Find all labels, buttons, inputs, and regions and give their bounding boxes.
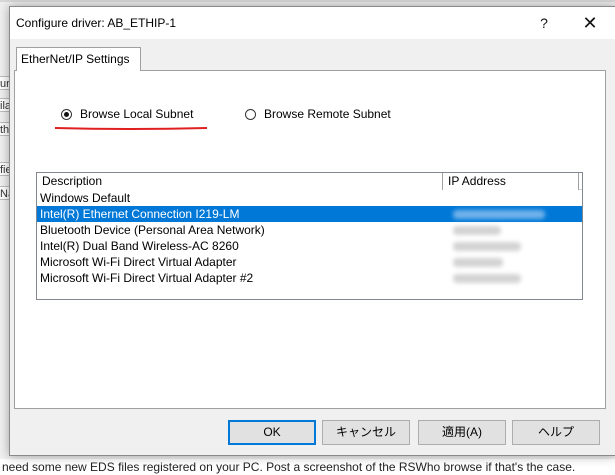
adapter-description: Microsoft Wi-Fi Direct Virtual Adapter #… <box>40 271 254 285</box>
browse-local-subnet-label: Browse Local Subnet <box>80 107 194 121</box>
adapter-description: Intel(R) Ethernet Connection I219-LM <box>40 207 240 221</box>
list-item[interactable]: Bluetooth Device (Personal Area Network) <box>37 222 582 238</box>
redacted-ip-blur <box>453 210 545 219</box>
adapter-description: Intel(R) Dual Band Wireless-AC 8260 <box>40 239 239 253</box>
adapter-description: Windows Default <box>40 191 131 205</box>
adapter-ip-address <box>443 206 579 222</box>
configure-driver-dialog: Configure driver: AB_ETHIP-1 ? ✕ EtherNe… <box>9 6 615 456</box>
adapter-description: Bluetooth Device (Personal Area Network) <box>40 223 265 237</box>
browse-remote-subnet-radio[interactable]: Browse Remote Subnet <box>245 107 391 121</box>
browse-remote-subnet-label: Browse Remote Subnet <box>264 107 391 121</box>
browse-local-subnet-radio[interactable]: Browse Local Subnet <box>61 107 193 121</box>
redacted-ip-blur <box>453 274 521 283</box>
column-header-ip-address[interactable]: IP Address <box>443 173 579 190</box>
list-item[interactable]: Microsoft Wi-Fi Direct Virtual Adapter <box>37 254 582 270</box>
adapter-ip-address <box>443 222 579 238</box>
redacted-ip-blur <box>453 258 503 267</box>
apply-button[interactable]: 適用(A) <box>418 420 506 445</box>
background-top-edge <box>0 0 615 2</box>
dialog-titlebar[interactable]: Configure driver: AB_ETHIP-1 ? ✕ <box>10 7 615 39</box>
list-item[interactable]: Intel(R) Ethernet Connection I219-LM <box>37 206 582 222</box>
list-header: Description IP Address <box>37 173 582 190</box>
network-adapter-list[interactable]: Description IP Address Windows Default In… <box>36 172 583 300</box>
list-item[interactable]: Microsoft Wi-Fi Direct Virtual Adapter #… <box>37 270 582 286</box>
ok-button[interactable]: OK <box>228 420 316 445</box>
background-forum-text: need some new EDS files registered on yo… <box>0 459 615 475</box>
adapter-description: Microsoft Wi-Fi Direct Virtual Adapter <box>40 255 237 269</box>
list-item[interactable]: Windows Default <box>37 190 582 206</box>
help-question-icon[interactable]: ? <box>521 7 567 39</box>
redacted-ip-blur <box>453 242 521 251</box>
red-annotation-underline <box>55 127 207 130</box>
adapter-ip-address <box>443 190 579 206</box>
adapter-ip-address <box>443 238 579 254</box>
help-button[interactable]: ヘルプ <box>512 420 600 445</box>
close-icon[interactable]: ✕ <box>567 7 613 39</box>
list-item[interactable]: Intel(R) Dual Band Wireless-AC 8260 <box>37 238 582 254</box>
cancel-button[interactable]: キャンセル <box>322 420 410 445</box>
column-header-description[interactable]: Description <box>37 173 443 190</box>
adapter-ip-address <box>443 270 579 286</box>
tab-ethernet-ip-settings[interactable]: EtherNet/IP Settings <box>16 47 141 71</box>
radio-unchecked-icon[interactable] <box>245 108 256 120</box>
redacted-ip-blur <box>453 226 501 235</box>
radio-checked-icon[interactable] <box>61 108 72 120</box>
adapter-ip-address <box>443 254 579 270</box>
dialog-title: Configure driver: AB_ETHIP-1 <box>16 16 177 30</box>
